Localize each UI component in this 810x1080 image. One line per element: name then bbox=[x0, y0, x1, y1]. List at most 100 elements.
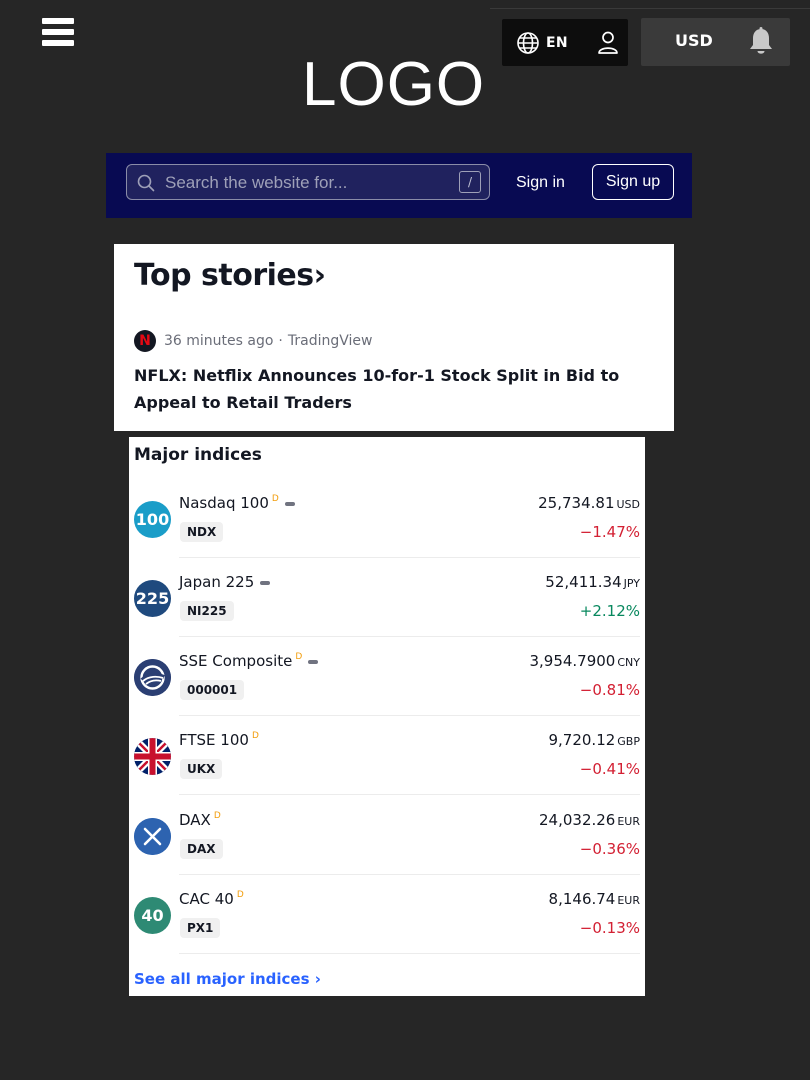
menu-icon-bar bbox=[42, 18, 74, 24]
bell-icon[interactable] bbox=[747, 27, 775, 57]
index-name: FTSE 100 bbox=[179, 731, 249, 749]
meta-separator: · bbox=[278, 333, 283, 349]
story-time: 36 minutes ago bbox=[164, 333, 274, 349]
menu-icon-bar bbox=[42, 29, 74, 35]
index-logo-icon bbox=[134, 818, 171, 855]
search-input[interactable] bbox=[163, 170, 411, 196]
search-shortcut-hint: / bbox=[459, 171, 481, 193]
menu-button[interactable] bbox=[42, 18, 74, 54]
row-divider bbox=[179, 794, 640, 795]
index-price-line: 8,146.74 EUR bbox=[549, 890, 640, 908]
index-name: SSE Composite bbox=[179, 652, 293, 670]
index-price-line: 24,032.26 EUR bbox=[539, 811, 640, 829]
index-ticker: DAX bbox=[180, 839, 223, 859]
index-currency: JPY bbox=[623, 577, 640, 590]
index-currency: GBP bbox=[617, 735, 640, 748]
index-logo-icon: 225 bbox=[134, 580, 171, 617]
index-name-line: Japan 225 bbox=[179, 573, 271, 591]
chevron-right-icon: › bbox=[313, 258, 326, 293]
index-row[interactable]: SSE Composite D 000001 3,954.7900 CNY −0.81% bbox=[129, 637, 640, 716]
globe-icon[interactable] bbox=[516, 31, 540, 55]
sign-in-link[interactable]: Sign in bbox=[516, 174, 565, 192]
index-change: −1.47% bbox=[579, 523, 640, 541]
delayed-badge: D bbox=[295, 652, 303, 662]
market-status-icon bbox=[260, 580, 271, 585]
index-row[interactable]: 40 CAC 40 D PX1 8,146.74 EUR −0.13% bbox=[129, 875, 640, 954]
index-change: −0.36% bbox=[579, 840, 640, 858]
search-bar: / Sign in Sign up bbox=[106, 153, 692, 218]
site-logo[interactable]: LOGO bbox=[302, 54, 485, 116]
menu-icon-bar bbox=[42, 40, 74, 46]
netflix-logo-icon: N bbox=[134, 330, 156, 352]
index-currency: EUR bbox=[617, 815, 640, 828]
index-change: −0.81% bbox=[579, 681, 640, 699]
index-change: −0.41% bbox=[579, 760, 640, 778]
market-status-icon bbox=[284, 501, 295, 506]
index-price-line: 9,720.12 GBP bbox=[548, 731, 640, 749]
index-price: 25,734.81 bbox=[538, 494, 615, 512]
index-price: 24,032.26 bbox=[539, 811, 616, 829]
search-field[interactable]: / bbox=[126, 164, 490, 200]
index-price: 8,146.74 bbox=[548, 890, 616, 908]
index-ticker: 000001 bbox=[180, 680, 245, 700]
sign-up-button[interactable]: Sign up bbox=[592, 164, 674, 200]
search-icon bbox=[137, 174, 155, 192]
currency-notification-group: USD bbox=[641, 18, 790, 66]
uk-flag-icon bbox=[134, 738, 171, 775]
index-ticker: NDX bbox=[180, 522, 224, 542]
index-name: DAX bbox=[179, 811, 211, 829]
index-name-line: CAC 40 D bbox=[179, 890, 244, 908]
index-currency: EUR bbox=[617, 894, 640, 907]
index-price-line: 52,411.34 JPY bbox=[545, 573, 640, 591]
language-user-group: EN bbox=[502, 19, 628, 66]
index-row[interactable]: FTSE 100 D UKX 9,720.12 GBP −0.41% bbox=[129, 716, 640, 795]
index-name-line: FTSE 100 D bbox=[179, 731, 259, 749]
index-logo-text: 100 bbox=[135, 510, 170, 529]
major-indices-title: Major indices bbox=[134, 445, 262, 465]
index-price: 9,720.12 bbox=[548, 731, 616, 749]
language-label[interactable]: EN bbox=[546, 35, 568, 51]
index-name-line: SSE Composite D bbox=[179, 652, 319, 670]
index-change: −0.13% bbox=[579, 919, 640, 937]
market-status-icon bbox=[308, 659, 319, 664]
index-ticker: NI225 bbox=[180, 601, 234, 621]
index-logo-text: 225 bbox=[135, 589, 170, 608]
user-icon[interactable] bbox=[596, 30, 620, 56]
index-logo-text: 40 bbox=[141, 906, 164, 925]
story-headline[interactable]: NFLX: Netflix Announces 10-for-1 Stock S… bbox=[134, 362, 664, 416]
see-all-indices-link[interactable]: See all major indices › bbox=[134, 970, 321, 988]
header-divider bbox=[490, 8, 810, 9]
delayed-badge: D bbox=[213, 811, 221, 821]
top-stories-card: Top stories› N 36 minutes ago · TradingV… bbox=[114, 244, 674, 431]
index-ticker: UKX bbox=[180, 759, 223, 779]
major-indices-card: Major indices 100 Nasdaq 100 D NDX 25,734.81… bbox=[129, 437, 645, 996]
index-row[interactable]: 100 Nasdaq 100 D NDX 25,734.81 USD −1.47% bbox=[129, 479, 640, 558]
index-price-line: 3,954.7900 CNY bbox=[529, 652, 640, 670]
story-source[interactable]: TradingView bbox=[288, 333, 373, 349]
index-row[interactable]: DAX D DAX 24,032.26 EUR −0.36% bbox=[129, 796, 640, 875]
index-name-line: DAX D bbox=[179, 811, 221, 829]
index-price: 3,954.7900 bbox=[529, 652, 616, 670]
row-divider bbox=[179, 953, 640, 954]
index-row[interactable]: 225 Japan 225 NI225 52,411.34 JPY +2.12% bbox=[129, 558, 640, 637]
delayed-badge: D bbox=[251, 731, 259, 741]
index-logo-icon: 40 bbox=[134, 897, 171, 934]
dax-logo-icon bbox=[134, 818, 171, 855]
index-logo-icon bbox=[134, 659, 171, 696]
currency-selector[interactable]: USD bbox=[675, 31, 713, 50]
index-name: Japan 225 bbox=[179, 573, 255, 591]
index-currency: USD bbox=[616, 498, 640, 511]
index-name: CAC 40 bbox=[179, 890, 234, 908]
index-name: Nasdaq 100 bbox=[179, 494, 269, 512]
index-logo-icon bbox=[134, 738, 171, 775]
index-currency: CNY bbox=[617, 656, 640, 669]
sse-logo-icon bbox=[134, 659, 171, 696]
index-ticker: PX1 bbox=[180, 918, 221, 938]
top-stories-title[interactable]: Top stories› bbox=[134, 258, 326, 293]
index-name-line: Nasdaq 100 D bbox=[179, 494, 295, 512]
delayed-badge: D bbox=[271, 494, 279, 504]
story-meta: N 36 minutes ago · TradingView bbox=[134, 330, 372, 352]
index-logo-icon: 100 bbox=[134, 501, 171, 538]
index-price: 52,411.34 bbox=[545, 573, 622, 591]
index-price-line: 25,734.81 USD bbox=[538, 494, 640, 512]
